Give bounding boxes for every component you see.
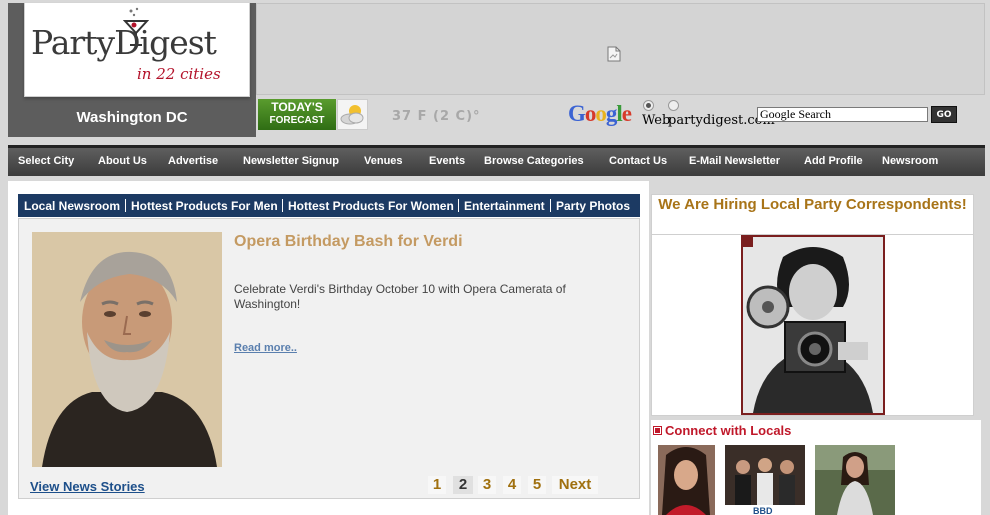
todays-forecast-badge[interactable]: TODAY'S FORECAST	[258, 99, 336, 130]
tab-divider	[282, 199, 283, 212]
avatar[interactable]	[658, 445, 715, 515]
page-4-link[interactable]: 4	[503, 476, 521, 494]
nav-venues[interactable]: Venues	[364, 155, 403, 167]
nav-contact-us[interactable]: Contact Us	[609, 155, 667, 167]
logo-column: PartyDigest in 22 cities Washington DC	[8, 3, 256, 137]
nav-newsroom[interactable]: Newsroom	[882, 155, 938, 167]
nav-events[interactable]: Events	[429, 155, 465, 167]
tab-local-newsroom[interactable]: Local Newsroom	[24, 199, 120, 213]
avatar[interactable]	[725, 445, 805, 505]
google-logo: Google	[568, 101, 632, 126]
search-web-label: Web	[642, 113, 671, 128]
nav-advertise[interactable]: Advertise	[168, 155, 218, 167]
tab-divider	[458, 199, 459, 212]
story-title[interactable]: Opera Birthday Bash for Verdi	[234, 233, 463, 251]
tab-party-photos[interactable]: Party Photos	[556, 199, 630, 213]
next-page-link[interactable]: Next	[552, 476, 598, 494]
nav-add-profile[interactable]: Add Profile	[804, 155, 863, 167]
tab-divider	[550, 199, 551, 212]
nav-select-city[interactable]: Select City	[18, 155, 74, 167]
page-2-current[interactable]: 2	[453, 476, 473, 494]
search-web-radio[interactable]	[643, 100, 654, 111]
avatar-label[interactable]: BBD	[753, 506, 773, 515]
page: PartyDigest in 22 cities Washington DC T…	[0, 0, 990, 515]
nav-browse-categories[interactable]: Browse Categories	[484, 155, 584, 167]
tab-products-men[interactable]: Hottest Products For Men	[131, 199, 278, 213]
ad-banner[interactable]	[256, 3, 985, 95]
search-go-button[interactable]: GO	[931, 106, 957, 123]
page-5-link[interactable]: 5	[528, 476, 546, 494]
hiring-title[interactable]: We Are Hiring Local Party Correspondents…	[651, 194, 974, 215]
nav-email-newsletter[interactable]: E-Mail Newsletter	[689, 155, 780, 167]
partly-cloudy-icon	[337, 99, 368, 130]
read-more-link[interactable]: Read more..	[234, 342, 297, 354]
tab-divider	[125, 199, 126, 212]
page-3-link[interactable]: 3	[478, 476, 496, 494]
nav-about-us[interactable]: About Us	[98, 155, 147, 167]
search-input[interactable]: Google Search	[757, 107, 928, 122]
story-summary: Celebrate Verdi's Birthday October 10 wi…	[234, 282, 566, 311]
view-news-stories-link[interactable]: View News Stories	[30, 479, 145, 494]
main-nav: Select City About Us Advertise Newslette…	[8, 145, 985, 176]
current-city: Washington DC	[76, 109, 188, 126]
story-image[interactable]	[32, 232, 222, 467]
site-logo[interactable]: PartyDigest in 22 cities	[24, 3, 250, 97]
temperature-readout: 37 F (2 C)°	[392, 109, 481, 124]
correspondent-photo[interactable]	[741, 235, 885, 415]
tab-entertainment[interactable]: Entertainment	[464, 199, 545, 213]
logo-text: PartyDigest	[31, 23, 217, 62]
tab-products-women[interactable]: Hottest Products For Women	[288, 199, 454, 213]
bullet-icon	[653, 426, 662, 435]
avatar[interactable]	[815, 445, 895, 515]
forecast-line-1: TODAY'S	[271, 100, 323, 114]
news-tabs: Local Newsroom Hottest Products For Men …	[18, 194, 640, 217]
forecast-line-2: FORECAST	[269, 115, 325, 126]
nav-newsletter-signup[interactable]: Newsletter Signup	[243, 155, 339, 167]
connect-title: Connect with Locals	[665, 423, 792, 438]
logo-tagline: in 22 cities	[137, 65, 221, 83]
page-1-link[interactable]: 1	[428, 476, 446, 494]
search-site-radio[interactable]	[668, 100, 679, 111]
broken-image-icon	[607, 46, 621, 62]
